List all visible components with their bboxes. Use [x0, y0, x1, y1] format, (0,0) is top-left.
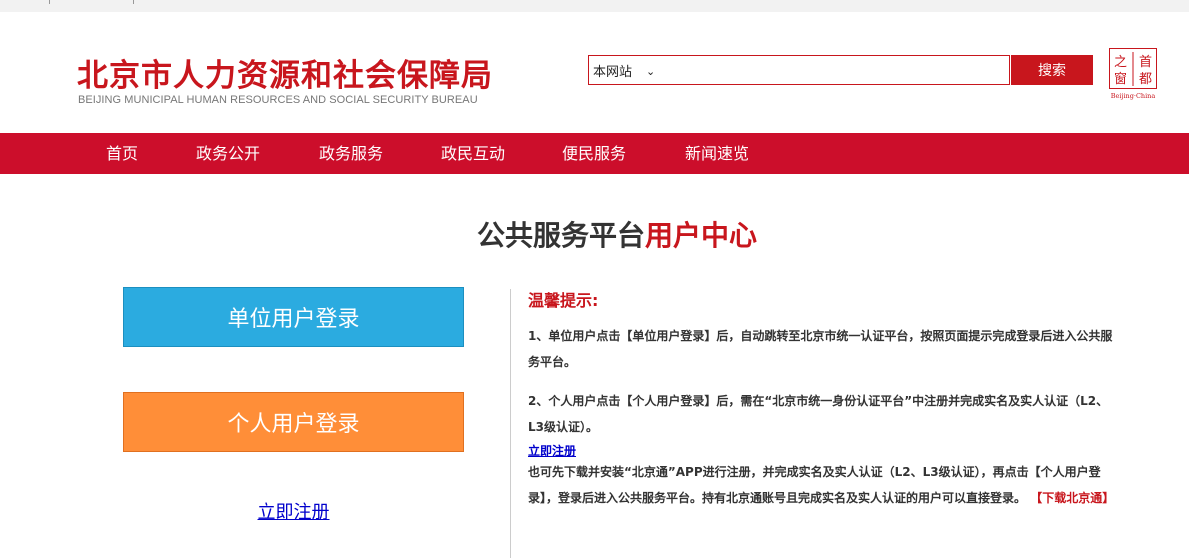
unit-user-login-button[interactable]: 单位用户登录	[123, 287, 464, 347]
tip-beijing-tong: 也可先下载并安装“北京通”APP进行注册，并完成实名及实人认证（L2、L3级认证…	[528, 459, 1124, 511]
page-title-prefix: 公共服务平台	[476, 219, 645, 252]
page-title: 公共服务平台用户中心	[0, 214, 1189, 254]
topbar-separator	[49, 0, 50, 4]
nav-item-news[interactable]: 新闻速览	[685, 133, 749, 174]
vertical-divider	[510, 289, 511, 558]
register-link[interactable]: 立即注册	[123, 498, 464, 524]
page-title-accent: 用户中心	[645, 219, 758, 252]
seal-char: 都	[1139, 72, 1152, 87]
seal-char: 窗	[1114, 71, 1127, 87]
search-input[interactable]	[669, 56, 1009, 84]
topbar-separator	[133, 0, 134, 4]
nav-item-interaction[interactable]: 政民互动	[441, 133, 505, 174]
search-scope-select[interactable]: 本网站 ⌄	[593, 61, 655, 80]
main-nav: 首页 政务公开 政务服务 政民互动 便民服务 新闻速览	[0, 133, 1189, 174]
nav-item-government-affairs[interactable]: 政务公开	[196, 133, 260, 174]
site-title[interactable]: 北京市人力资源和社会保障局	[77, 50, 493, 95]
capital-window-seal-icon[interactable]: 首 之 都 窗 Beijing·China	[1109, 48, 1157, 100]
tips-panel: 温馨提示: 1、单位用户点击【单位用户登录】后，自动跳转至北京市统一认证平台，按…	[528, 288, 1124, 511]
seal-char: 之	[1114, 55, 1127, 70]
search-button[interactable]: 搜索	[1011, 55, 1093, 85]
site-title-english: BEIJING MUNICIPAL HUMAN RESOURCES AND SO…	[78, 94, 478, 106]
tips-title: 温馨提示:	[528, 291, 599, 310]
seal-char: 首	[1139, 55, 1152, 70]
nav-item-home[interactable]: 首页	[106, 133, 138, 174]
personal-user-login-button[interactable]: 个人用户登录	[123, 392, 464, 452]
top-utility-bar	[0, 0, 1189, 12]
seal-caption: Beijing·China	[1111, 92, 1156, 100]
search-scope-value: 本网站	[593, 65, 633, 80]
tip-unit-login: 1、单位用户点击【单位用户登录】后，自动跳转至北京市统一认证平台，按照页面提示完…	[528, 329, 1113, 369]
tip-beijing-tong-text: 也可先下载并安装“北京通”APP进行注册，并完成实名及实人认证（L2、L3级认证…	[528, 465, 1101, 505]
tip-personal-login: 2、个人用户点击【个人用户登录】后，需在“北京市统一身份认证平台”中注册并完成实…	[528, 394, 1109, 434]
chevron-down-icon: ⌄	[646, 65, 656, 78]
search-box: 本网站 ⌄	[588, 55, 1010, 85]
nav-item-convenience-services[interactable]: 便民服务	[562, 133, 626, 174]
download-beijing-tong-link[interactable]: 【下载北京通】	[1030, 491, 1114, 505]
site-header: 北京市人力资源和社会保障局 BEIJING MUNICIPAL HUMAN RE…	[0, 12, 1189, 132]
nav-item-government-services[interactable]: 政务服务	[319, 133, 383, 174]
